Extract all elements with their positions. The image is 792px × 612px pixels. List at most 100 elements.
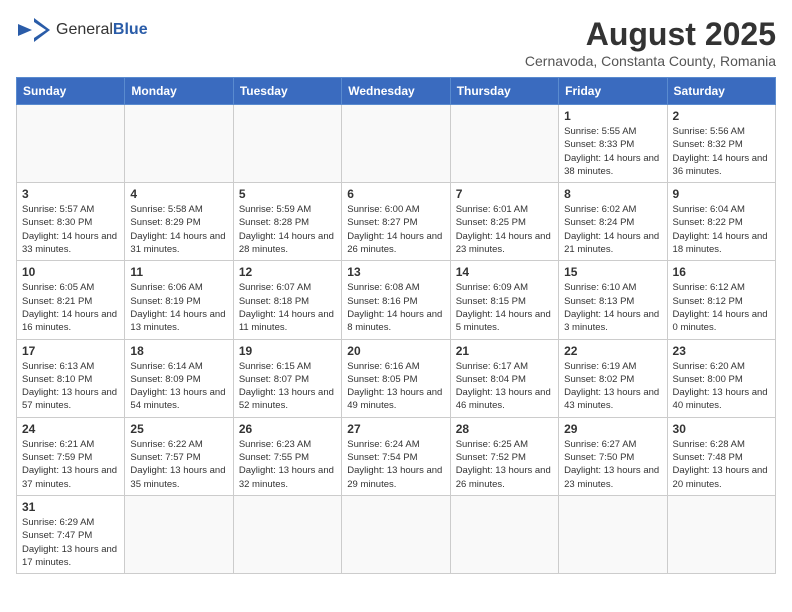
day-of-week-header: Wednesday xyxy=(342,78,450,105)
calendar-week-row: 17Sunrise: 6:13 AM Sunset: 8:10 PM Dayli… xyxy=(17,339,776,417)
day-number: 26 xyxy=(239,422,336,436)
day-info: Sunrise: 6:28 AM Sunset: 7:48 PM Dayligh… xyxy=(673,438,770,491)
day-number: 8 xyxy=(564,187,661,201)
day-info: Sunrise: 6:20 AM Sunset: 8:00 PM Dayligh… xyxy=(673,360,770,413)
calendar-day-cell: 22 Sunrise: 6:19 AM Sunset: 8:02 PM Dayli… xyxy=(559,339,667,417)
day-of-week-header: Saturday xyxy=(667,78,775,105)
day-info: Sunrise: 5:56 AM Sunset: 8:32 PM Dayligh… xyxy=(673,125,770,178)
calendar-day-cell xyxy=(342,495,450,573)
calendar-week-row: 24Sunrise: 6:21 AM Sunset: 7:59 PM Dayli… xyxy=(17,417,776,495)
day-info: Sunrise: 6:04 AM Sunset: 8:22 PM Dayligh… xyxy=(673,203,770,256)
calendar-table: SundayMondayTuesdayWednesdayThursdayFrid… xyxy=(16,77,776,574)
day-info: Sunrise: 6:25 AM Sunset: 7:52 PM Dayligh… xyxy=(456,438,553,491)
calendar-day-cell xyxy=(667,495,775,573)
calendar-day-cell: 31Sunrise: 6:29 AM Sunset: 7:47 PM Dayli… xyxy=(17,495,125,573)
calendar-day-cell: 4 Sunrise: 5:58 AM Sunset: 8:29 PM Daylig… xyxy=(125,183,233,261)
calendar-day-cell: 1Sunrise: 5:55 AM Sunset: 8:33 PM Daylig… xyxy=(559,105,667,183)
day-number: 10 xyxy=(22,265,119,279)
page-header: GeneralBlue August 2025 Cernavoda, Const… xyxy=(16,16,776,69)
calendar-day-cell xyxy=(450,105,558,183)
day-number: 4 xyxy=(130,187,227,201)
calendar-day-cell: 20Sunrise: 6:16 AM Sunset: 8:05 PM Dayli… xyxy=(342,339,450,417)
calendar-day-cell: 9 Sunrise: 6:04 AM Sunset: 8:22 PM Daylig… xyxy=(667,183,775,261)
calendar-day-cell: 23Sunrise: 6:20 AM Sunset: 8:00 PM Dayli… xyxy=(667,339,775,417)
calendar-day-cell xyxy=(125,495,233,573)
calendar-day-cell: 18 Sunrise: 6:14 AM Sunset: 8:09 PM Dayli… xyxy=(125,339,233,417)
calendar-day-cell: 25 Sunrise: 6:22 AM Sunset: 7:57 PM Dayli… xyxy=(125,417,233,495)
day-of-week-header: Monday xyxy=(125,78,233,105)
calendar-day-cell: 17Sunrise: 6:13 AM Sunset: 8:10 PM Dayli… xyxy=(17,339,125,417)
day-info: Sunrise: 5:55 AM Sunset: 8:33 PM Dayligh… xyxy=(564,125,661,178)
day-info: Sunrise: 6:02 AM Sunset: 8:24 PM Dayligh… xyxy=(564,203,661,256)
day-info: Sunrise: 6:05 AM Sunset: 8:21 PM Dayligh… xyxy=(22,281,119,334)
calendar-day-cell: 16Sunrise: 6:12 AM Sunset: 8:12 PM Dayli… xyxy=(667,261,775,339)
day-number: 9 xyxy=(673,187,770,201)
day-number: 11 xyxy=(130,265,227,279)
day-info: Sunrise: 6:27 AM Sunset: 7:50 PM Dayligh… xyxy=(564,438,661,491)
calendar-day-cell: 5Sunrise: 5:59 AM Sunset: 8:28 PM Daylig… xyxy=(233,183,341,261)
calendar-body: 1Sunrise: 5:55 AM Sunset: 8:33 PM Daylig… xyxy=(17,105,776,574)
day-number: 19 xyxy=(239,344,336,358)
calendar-day-cell xyxy=(233,495,341,573)
calendar-day-cell: 2Sunrise: 5:56 AM Sunset: 8:32 PM Daylig… xyxy=(667,105,775,183)
calendar-day-cell: 26 Sunrise: 6:23 AM Sunset: 7:55 PM Dayli… xyxy=(233,417,341,495)
calendar-week-row: 1Sunrise: 5:55 AM Sunset: 8:33 PM Daylig… xyxy=(17,105,776,183)
day-of-week-header: Thursday xyxy=(450,78,558,105)
calendar-day-cell xyxy=(559,495,667,573)
day-of-week-header: Sunday xyxy=(17,78,125,105)
day-number: 28 xyxy=(456,422,553,436)
location-subtitle: Cernavoda, Constanta County, Romania xyxy=(525,53,776,69)
month-year-title: August 2025 xyxy=(525,16,776,53)
calendar-day-cell xyxy=(233,105,341,183)
day-info: Sunrise: 6:17 AM Sunset: 8:04 PM Dayligh… xyxy=(456,360,553,413)
calendar-day-cell: 21 Sunrise: 6:17 AM Sunset: 8:04 PM Dayli… xyxy=(450,339,558,417)
calendar-header: SundayMondayTuesdayWednesdayThursdayFrid… xyxy=(17,78,776,105)
day-of-week-header: Friday xyxy=(559,78,667,105)
calendar-day-cell: 28 Sunrise: 6:25 AM Sunset: 7:52 PM Dayli… xyxy=(450,417,558,495)
day-info: Sunrise: 6:12 AM Sunset: 8:12 PM Dayligh… xyxy=(673,281,770,334)
calendar-day-cell: 6Sunrise: 6:00 AM Sunset: 8:27 PM Daylig… xyxy=(342,183,450,261)
day-info: Sunrise: 6:19 AM Sunset: 8:02 PM Dayligh… xyxy=(564,360,661,413)
logo-icon xyxy=(16,16,52,44)
day-number: 3 xyxy=(22,187,119,201)
logo: GeneralBlue xyxy=(16,16,148,44)
day-info: Sunrise: 6:10 AM Sunset: 8:13 PM Dayligh… xyxy=(564,281,661,334)
calendar-day-cell xyxy=(342,105,450,183)
day-number: 22 xyxy=(564,344,661,358)
day-number: 20 xyxy=(347,344,444,358)
day-info: Sunrise: 6:23 AM Sunset: 7:55 PM Dayligh… xyxy=(239,438,336,491)
day-number: 18 xyxy=(130,344,227,358)
calendar-day-cell: 7Sunrise: 6:01 AM Sunset: 8:25 PM Daylig… xyxy=(450,183,558,261)
day-info: Sunrise: 6:08 AM Sunset: 8:16 PM Dayligh… xyxy=(347,281,444,334)
day-number: 5 xyxy=(239,187,336,201)
day-number: 14 xyxy=(456,265,553,279)
day-info: Sunrise: 6:24 AM Sunset: 7:54 PM Dayligh… xyxy=(347,438,444,491)
calendar-day-cell xyxy=(450,495,558,573)
calendar-day-cell: 15Sunrise: 6:10 AM Sunset: 8:13 PM Dayli… xyxy=(559,261,667,339)
calendar-day-cell: 24Sunrise: 6:21 AM Sunset: 7:59 PM Dayli… xyxy=(17,417,125,495)
calendar-day-cell: 30Sunrise: 6:28 AM Sunset: 7:48 PM Dayli… xyxy=(667,417,775,495)
calendar-week-row: 31Sunrise: 6:29 AM Sunset: 7:47 PM Dayli… xyxy=(17,495,776,573)
day-info: Sunrise: 6:14 AM Sunset: 8:09 PM Dayligh… xyxy=(130,360,227,413)
calendar-day-cell xyxy=(125,105,233,183)
day-info: Sunrise: 6:01 AM Sunset: 8:25 PM Dayligh… xyxy=(456,203,553,256)
calendar-day-cell: 29Sunrise: 6:27 AM Sunset: 7:50 PM Dayli… xyxy=(559,417,667,495)
calendar-day-cell: 10 Sunrise: 6:05 AM Sunset: 8:21 PM Dayli… xyxy=(17,261,125,339)
day-number: 31 xyxy=(22,500,119,514)
calendar-day-cell: 13 Sunrise: 6:08 AM Sunset: 8:16 PM Dayli… xyxy=(342,261,450,339)
calendar-day-cell: 27 Sunrise: 6:24 AM Sunset: 7:54 PM Dayli… xyxy=(342,417,450,495)
calendar-day-cell xyxy=(17,105,125,183)
day-info: Sunrise: 5:58 AM Sunset: 8:29 PM Dayligh… xyxy=(130,203,227,256)
day-number: 24 xyxy=(22,422,119,436)
day-info: Sunrise: 6:22 AM Sunset: 7:57 PM Dayligh… xyxy=(130,438,227,491)
calendar-day-cell: 8 Sunrise: 6:02 AM Sunset: 8:24 PM Daylig… xyxy=(559,183,667,261)
day-info: Sunrise: 6:07 AM Sunset: 8:18 PM Dayligh… xyxy=(239,281,336,334)
calendar-day-cell: 3Sunrise: 5:57 AM Sunset: 8:30 PM Daylig… xyxy=(17,183,125,261)
calendar-week-row: 10 Sunrise: 6:05 AM Sunset: 8:21 PM Dayli… xyxy=(17,261,776,339)
day-number: 27 xyxy=(347,422,444,436)
calendar-day-cell: 12 Sunrise: 6:07 AM Sunset: 8:18 PM Dayli… xyxy=(233,261,341,339)
day-number: 13 xyxy=(347,265,444,279)
day-number: 21 xyxy=(456,344,553,358)
day-number: 12 xyxy=(239,265,336,279)
day-number: 25 xyxy=(130,422,227,436)
